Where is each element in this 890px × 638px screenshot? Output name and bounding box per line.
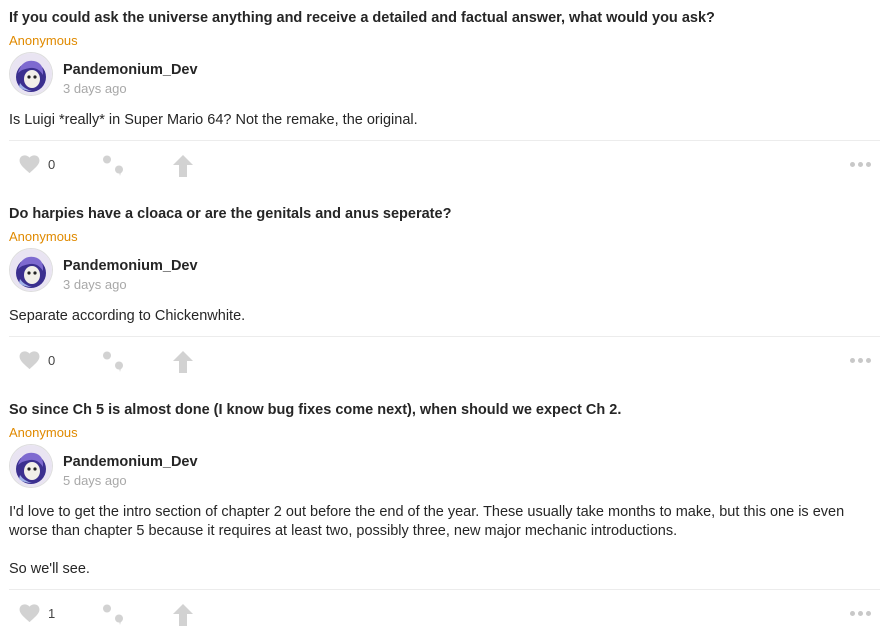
answer-paragraph: So we'll see. bbox=[9, 561, 90, 577]
avatar[interactable] bbox=[10, 53, 52, 95]
like-count: 1 bbox=[48, 606, 56, 621]
quote-icon bbox=[103, 604, 123, 625]
action-bar: 0 bbox=[9, 336, 880, 385]
post-timestamp[interactable]: 3 days ago bbox=[63, 277, 127, 292]
answer-text: Separate according to Chickenwhite. bbox=[9, 307, 881, 326]
like-button[interactable]: 1 bbox=[19, 604, 55, 623]
heart-icon bbox=[19, 604, 40, 623]
answer-paragraph: Separate according to Chickenwhite. bbox=[9, 308, 246, 324]
more-dots-icon bbox=[866, 162, 871, 167]
answer-feed: If you could ask the universe anything a… bbox=[0, 0, 890, 635]
more-dots-icon bbox=[858, 358, 863, 363]
quote-icon bbox=[103, 351, 123, 372]
answer-text: I'd love to get the intro section of cha… bbox=[9, 503, 881, 579]
more-dots-icon bbox=[858, 611, 863, 616]
more-dots-icon bbox=[866, 611, 871, 616]
avatar[interactable] bbox=[10, 445, 52, 487]
asker-name: Anonymous bbox=[9, 425, 78, 440]
asker-name: Anonymous bbox=[9, 33, 78, 48]
share-arrow-icon bbox=[173, 351, 193, 373]
author-name[interactable]: Pandemonium_Dev bbox=[63, 454, 198, 470]
question-text: Do harpies have a cloaca or are the geni… bbox=[9, 206, 452, 222]
more-dots-icon bbox=[858, 162, 863, 167]
more-dots-icon bbox=[866, 358, 871, 363]
author-name[interactable]: Pandemonium_Dev bbox=[63, 258, 198, 274]
quote-button[interactable] bbox=[102, 351, 126, 373]
like-button[interactable]: 0 bbox=[19, 351, 55, 370]
more-options-button[interactable] bbox=[850, 611, 871, 616]
like-count: 0 bbox=[48, 353, 56, 368]
more-dots-icon bbox=[850, 611, 855, 616]
avatar-image bbox=[10, 249, 52, 291]
avatar-image bbox=[10, 53, 52, 95]
avatar[interactable] bbox=[10, 249, 52, 291]
avatar-image bbox=[10, 445, 52, 487]
heart-icon bbox=[19, 155, 40, 174]
more-options-button[interactable] bbox=[850, 358, 871, 363]
post-timestamp[interactable]: 3 days ago bbox=[63, 81, 127, 96]
post-timestamp[interactable]: 5 days ago bbox=[63, 473, 127, 488]
like-button[interactable]: 0 bbox=[19, 155, 55, 174]
like-count: 0 bbox=[48, 157, 56, 172]
share-button[interactable] bbox=[172, 154, 194, 178]
answer-text: Is Luigi *really* in Super Mario 64? Not… bbox=[9, 111, 881, 130]
author-name[interactable]: Pandemonium_Dev bbox=[63, 62, 198, 78]
asker-name: Anonymous bbox=[9, 229, 78, 244]
heart-icon bbox=[19, 351, 40, 370]
more-options-button[interactable] bbox=[850, 162, 871, 167]
more-dots-icon bbox=[850, 162, 855, 167]
share-button[interactable] bbox=[172, 603, 194, 627]
share-arrow-icon bbox=[173, 604, 193, 626]
quote-button[interactable] bbox=[102, 604, 126, 626]
more-dots-icon bbox=[850, 358, 855, 363]
answer-paragraph: Is Luigi *really* in Super Mario 64? Not… bbox=[9, 112, 418, 128]
quote-button[interactable] bbox=[102, 155, 126, 177]
question-text: If you could ask the universe anything a… bbox=[9, 10, 715, 26]
share-button[interactable] bbox=[172, 350, 194, 374]
answer-paragraph: I'd love to get the intro section of cha… bbox=[9, 504, 845, 539]
quote-icon bbox=[103, 155, 123, 176]
question-text: So since Ch 5 is almost done (I know bug… bbox=[9, 402, 622, 418]
share-arrow-icon bbox=[173, 155, 193, 177]
action-bar: 1 bbox=[9, 589, 880, 638]
action-bar: 0 bbox=[9, 140, 880, 189]
